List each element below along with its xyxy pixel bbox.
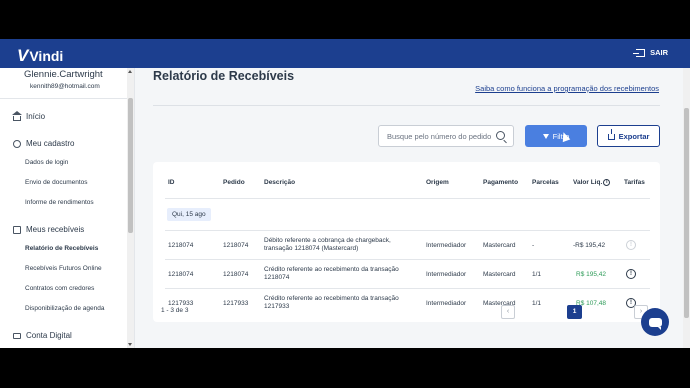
row-valor-liquido: -R$ 195,42: [573, 242, 606, 249]
column-header-id: ID: [168, 179, 175, 186]
page-title: Relatório de Recebíveis: [153, 69, 295, 83]
pagination-page-1[interactable]: 1: [567, 305, 582, 319]
info-icon[interactable]: i: [603, 179, 611, 186]
logout-icon: [633, 48, 646, 57]
sidebar: Glennie.Cartwright kennith89@hotmail.com…: [0, 68, 135, 348]
column-header-valor-liq: Valor Liq. i: [573, 179, 611, 186]
sidebar-item-recebiveis-futuros[interactable]: Recebíveis Futuros Online: [25, 265, 102, 272]
export-icon: [607, 129, 615, 140]
title-divider: [153, 105, 660, 106]
top-bar: V Vindi SAIR: [0, 39, 690, 68]
row-origem: Intermediador: [426, 271, 467, 278]
sidebar-item-label: Início: [26, 112, 46, 121]
sidebar-item-disponibilizacao-agenda[interactable]: Disponibilização de agenda: [25, 305, 105, 312]
sidebar-scrollbar-thumb[interactable]: [128, 98, 133, 233]
user-icon: [13, 139, 21, 148]
main-content: Relatório de Recebíveis Saiba como funci…: [136, 68, 683, 348]
sidebar-item-informe-rendimentos[interactable]: Informe de rendimentos: [25, 199, 94, 206]
row-descricao: Débito referente a cobrança de chargebac…: [264, 237, 391, 253]
row-parcelas: -: [532, 242, 535, 249]
row-descricao: Crédito referente ao recebimento da tran…: [264, 295, 399, 311]
vindi-logo-text: Vindi: [29, 48, 64, 64]
search-icon[interactable]: [496, 131, 505, 140]
filter-button[interactable]: Filtro: [525, 125, 587, 147]
row-id: 1218074: [168, 271, 194, 278]
user-email: kennith89@hotmail.com: [30, 83, 100, 90]
column-header-descricao: Descrição: [264, 179, 296, 186]
page-scrollbar-thumb[interactable]: [684, 108, 689, 318]
row-pedido: 1217933: [223, 300, 249, 307]
sidebar-section-label: Conta Digital: [26, 331, 72, 340]
vindi-logo-mark: V: [17, 46, 29, 65]
column-header-valor-liq-label: Valor Liq.: [573, 179, 603, 186]
export-label: Exportar: [618, 131, 650, 141]
row-valor-liquido: R$ 195,42: [576, 271, 606, 278]
row-parcelas: 1/1: [532, 271, 542, 278]
page-scrollbar[interactable]: [683, 68, 690, 348]
sidebar-section-conta-digital[interactable]: Conta Digital: [13, 331, 72, 340]
logout-label: SAIR: [650, 48, 668, 57]
table-row[interactable]: 1218074 1218074 Crédito referente ao rec…: [165, 259, 650, 288]
sidebar-scrollbar[interactable]: [127, 68, 134, 348]
document-icon: [13, 225, 21, 234]
column-header-origem: Origem: [426, 179, 449, 186]
receivables-table: ID Pedido Descrição Origem Pagamento Par…: [153, 162, 660, 322]
sidebar-item-contratos-credores[interactable]: Contratos com credores: [25, 285, 94, 292]
filter-icon: [542, 133, 549, 139]
pagination-count: 1 - 3 de 3: [161, 307, 189, 314]
app-viewport: V Vindi SAIR Glennie.Cartwright kennith8…: [0, 39, 690, 348]
search-input[interactable]: Busque pelo número do pedido: [378, 125, 514, 147]
export-button[interactable]: Exportar: [597, 125, 660, 147]
column-header-parcelas: Parcelas: [532, 179, 559, 186]
sidebar-item-inicio[interactable]: Início: [12, 110, 46, 121]
user-divider: [0, 98, 128, 99]
column-header-tarifas: Tarifas: [624, 179, 645, 186]
help-link[interactable]: Saiba como funciona a programação dos re…: [475, 84, 659, 93]
logout-button[interactable]: SAIR: [633, 48, 668, 57]
user-name: Glennie.Cartwright: [24, 69, 103, 80]
fee-info-icon[interactable]: !: [626, 269, 636, 279]
sidebar-section-meus-recebiveis[interactable]: Meus recebíveis: [13, 225, 84, 234]
search-placeholder: Busque pelo número do pedido: [387, 132, 492, 141]
chat-icon: [648, 317, 662, 330]
home-icon: [12, 110, 22, 121]
scroll-up-icon[interactable]: [128, 70, 132, 73]
row-pagamento: Mastercard: [483, 271, 516, 278]
column-header-pagamento: Pagamento: [483, 179, 519, 186]
row-pagamento: Mastercard: [483, 242, 516, 249]
column-header-pedido: Pedido: [223, 179, 245, 186]
sidebar-section-label: Meu cadastro: [26, 139, 75, 148]
pagination-prev-button[interactable]: ‹: [501, 305, 515, 319]
row-descricao: Crédito referente ao recebimento da tran…: [264, 266, 399, 282]
wallet-icon: [13, 332, 21, 339]
vindi-logo[interactable]: V Vindi: [17, 46, 63, 66]
row-parcelas: 1/1: [532, 300, 542, 307]
fee-info-icon: !: [626, 240, 636, 250]
row-pedido: 1218074: [223, 242, 249, 249]
sidebar-item-relatorio-recebiveis[interactable]: Relatório de Recebíveis: [25, 245, 98, 252]
row-origem: Intermediador: [426, 242, 467, 249]
row-origem: Intermediador: [426, 300, 467, 307]
date-group-label: Qui, 15 ago: [167, 208, 211, 221]
row-id: 1218074: [168, 242, 194, 249]
sidebar-section-meu-cadastro[interactable]: Meu cadastro: [13, 139, 74, 148]
sidebar-item-envio-documentos[interactable]: Envio de documentos: [25, 179, 88, 186]
sidebar-section-label: Meus recebíveis: [26, 225, 85, 234]
row-pedido: 1218074: [223, 271, 249, 278]
scroll-down-icon[interactable]: [128, 343, 132, 346]
chat-button[interactable]: [641, 308, 669, 336]
row-id: 1217933: [168, 300, 194, 307]
table-row[interactable]: 1218074 1218074 Débito referente a cobra…: [165, 230, 650, 259]
sidebar-item-dados-login[interactable]: Dados de login: [25, 159, 68, 166]
header-divider: [165, 198, 650, 199]
